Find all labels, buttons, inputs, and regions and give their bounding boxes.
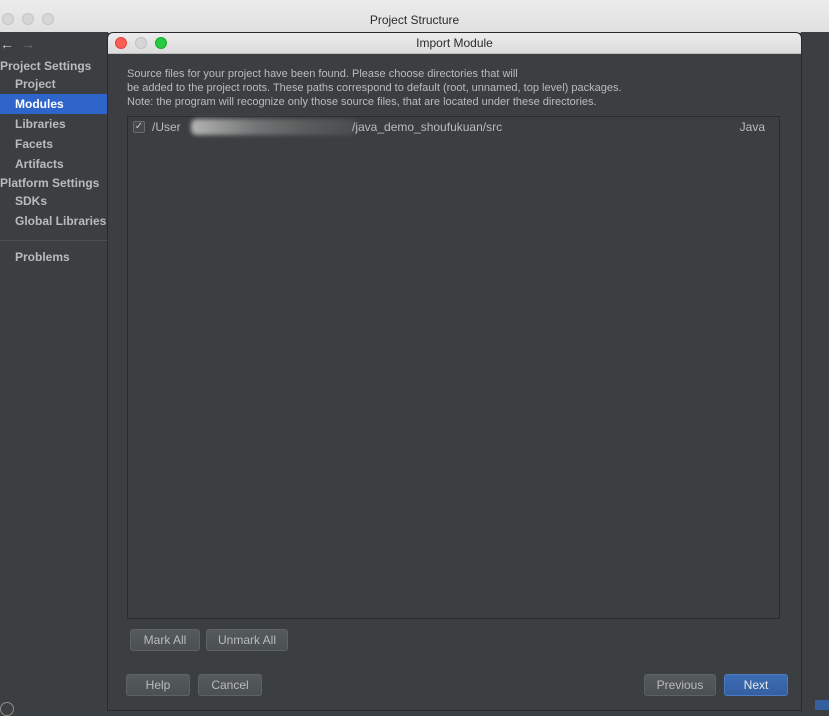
root-path-start: /User — [152, 120, 181, 134]
sidebar-section-project-settings: Project Settings — [0, 59, 92, 73]
dialog-titlebar: Import Module — [108, 33, 801, 54]
forward-arrow-icon[interactable]: → — [21, 36, 35, 52]
import-module-dialog: Import Module Source files for your proj… — [108, 33, 801, 710]
source-roots-list[interactable]: ✓ /User /java_demo_shoufukuan/src Java — [127, 116, 780, 619]
sidebar-item-problems[interactable]: Problems — [0, 247, 108, 267]
sidebar-item-project[interactable]: Project — [0, 74, 108, 94]
status-icon — [0, 702, 14, 716]
outer-content-edge — [801, 32, 829, 710]
sidebar-divider — [0, 240, 108, 241]
root-checkbox[interactable]: ✓ — [133, 121, 145, 133]
outer-window-title: Project Structure — [369, 13, 460, 27]
description-line-1: Source files for your project have been … — [127, 68, 518, 80]
next-button[interactable]: Next — [724, 674, 788, 696]
mark-all-button[interactable]: Mark All — [130, 629, 200, 651]
root-path-end: /java_demo_shoufukuan/src — [352, 120, 503, 134]
sidebar-item-modules[interactable]: Modules — [0, 94, 108, 114]
dialog-title: Import Module — [416, 36, 493, 50]
root-language: Java — [739, 120, 765, 134]
description-line-2: be added to the project roots. These pat… — [127, 82, 622, 94]
description-line-3: Note: the program will recognize only th… — [127, 96, 597, 108]
sidebar: ← → Project Settings Project Modules Lib… — [0, 32, 108, 710]
sidebar-item-global-libraries[interactable]: Global Libraries — [0, 211, 108, 231]
sidebar-section-platform-settings: Platform Settings — [0, 176, 100, 190]
back-arrow-icon[interactable]: ← — [0, 36, 14, 52]
nav-arrows: ← → — [0, 36, 108, 52]
dialog-description: Source files for your project have been … — [127, 67, 787, 109]
redacted-path-blur — [191, 119, 356, 135]
cancel-button[interactable]: Cancel — [198, 674, 262, 696]
help-button[interactable]: Help — [126, 674, 190, 696]
checkmark-icon: ✓ — [134, 121, 144, 132]
sidebar-item-artifacts[interactable]: Artifacts — [0, 154, 108, 174]
outer-titlebar: Project Structure — [0, 0, 829, 33]
sidebar-item-facets[interactable]: Facets — [0, 134, 108, 154]
sidebar-item-libraries[interactable]: Libraries — [0, 114, 108, 134]
outer-ok-button-edge[interactable] — [815, 700, 829, 710]
unmark-all-button[interactable]: Unmark All — [206, 629, 288, 651]
previous-button[interactable]: Previous — [644, 674, 716, 696]
list-item[interactable]: ✓ /User /java_demo_shoufukuan/src Java — [128, 119, 779, 137]
sidebar-item-sdks[interactable]: SDKs — [0, 191, 108, 211]
